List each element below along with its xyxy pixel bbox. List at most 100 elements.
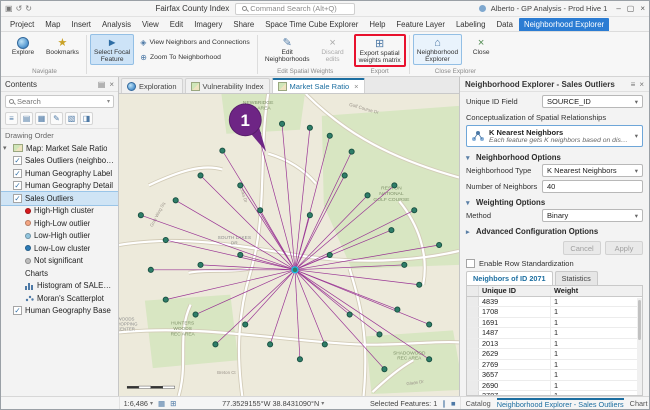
neighbor-point[interactable]	[427, 357, 432, 362]
apply-button[interactable]: Apply	[605, 241, 643, 255]
zoom-to-neighborhood-button[interactable]: ⊕ Zoom To Neighborhood	[136, 51, 254, 64]
ribbon-tab-feature-layer[interactable]: Feature Layer	[391, 18, 450, 31]
neighbor-point[interactable]	[138, 213, 143, 218]
neighbor-point[interactable]	[279, 121, 284, 126]
dock-icon[interactable]: ▤	[98, 80, 106, 89]
close-window-icon[interactable]: ×	[640, 4, 645, 13]
neighbor-point[interactable]	[347, 312, 352, 317]
neighbor-point[interactable]	[148, 267, 153, 272]
minimize-icon[interactable]: –	[616, 4, 620, 13]
table-row[interactable]: 16911	[467, 318, 642, 329]
neighbor-point[interactable]	[395, 307, 400, 312]
save-icon[interactable]: ▣	[5, 4, 13, 13]
section-weighting-options[interactable]: ▾ Weighting Options	[466, 198, 643, 207]
ribbon-tab-neighborhood-explorer[interactable]: Neighborhood Explorer	[519, 18, 609, 31]
bottom-tab-neighborhood-explorer[interactable]: Neighborhood Explorer - Sales Outliers	[497, 398, 624, 409]
ribbon-tab-share[interactable]: Share	[228, 18, 259, 31]
panel-close-icon[interactable]: ×	[639, 80, 644, 89]
select-focal-feature-button[interactable]: ► Select Focal Feature	[90, 34, 134, 65]
avatar[interactable]	[479, 5, 486, 12]
section-neighborhood-options[interactable]: ▾ Neighborhood Options	[466, 153, 643, 162]
neighbor-point[interactable]	[238, 252, 243, 257]
column-header-unique-id[interactable]: Unique ID	[479, 286, 551, 296]
layer-checkbox[interactable]: ✓	[13, 156, 22, 165]
neighbor-point[interactable]	[243, 322, 248, 327]
chart-item-histogram[interactable]: Histogram of SALES_VALUE	[1, 280, 118, 293]
neighbor-point[interactable]	[307, 125, 312, 130]
chart-item-morans-scatterplot[interactable]: Moran's Scatterplot	[1, 292, 118, 305]
tab-neighbors-of-id[interactable]: Neighbors of ID 2071	[466, 271, 553, 285]
neighbor-point[interactable]	[322, 342, 327, 347]
list-by-labeling-icon[interactable]: ◨	[80, 112, 93, 125]
neighbor-point[interactable]	[427, 322, 432, 327]
method-select[interactable]: Binary ▾	[542, 209, 643, 222]
neighbor-point[interactable]	[349, 149, 354, 154]
table-row[interactable]: 17081	[467, 307, 642, 318]
table-row[interactable]: 20131	[467, 339, 642, 350]
focal-feature-point[interactable]	[292, 267, 298, 273]
contents-search[interactable]: ▾	[5, 95, 114, 108]
column-header-weight[interactable]: Weight	[551, 286, 642, 296]
export-spatial-weights-button[interactable]: ⊞ Export spatial weights matrix	[354, 34, 406, 67]
layer-checkbox[interactable]: ✓	[13, 194, 22, 203]
list-by-selection-icon[interactable]: ▦	[35, 112, 48, 125]
ribbon-tab-help[interactable]: Help	[364, 18, 390, 31]
table-row[interactable]: 14871	[467, 328, 642, 339]
close-panel-icon[interactable]: ×	[109, 80, 114, 89]
ribbon-tab-labeling[interactable]: Labeling	[451, 18, 490, 31]
ribbon-tab-map[interactable]: Map	[40, 18, 65, 31]
close-tab-icon[interactable]: ×	[354, 82, 358, 91]
neighbor-point[interactable]	[392, 183, 397, 188]
layer-checkbox[interactable]: ✓	[13, 169, 22, 178]
ribbon-tab-project[interactable]: Project	[5, 18, 39, 31]
pause-drawing-icon[interactable]: ∥	[442, 399, 446, 408]
neighbor-point[interactable]	[268, 342, 273, 347]
neighbor-point[interactable]	[327, 133, 332, 138]
table-row[interactable]: 36571	[467, 370, 642, 381]
selected-features-count[interactable]: Selected Features: 1	[370, 399, 437, 408]
grid-icon[interactable]: ▦	[158, 399, 165, 408]
ribbon-tab-data[interactable]: Data	[491, 18, 517, 31]
layer-item-human-geography-detail[interactable]: ✓ Human Geography Detail	[1, 180, 118, 193]
table-scrollbar[interactable]	[637, 298, 642, 395]
close-explorer-button[interactable]: × Close	[464, 34, 498, 58]
neighbor-point[interactable]	[297, 357, 302, 362]
ribbon-tab-view[interactable]: View	[137, 18, 164, 31]
coordinates-display[interactable]: 77.3529155°W 38.8431090°N▾	[222, 399, 324, 408]
neighbor-point[interactable]	[163, 237, 168, 242]
neighborhood-explorer-button[interactable]: ⌂ Neighborhood Explorer	[413, 34, 462, 65]
undo-icon[interactable]: ↺	[16, 4, 23, 13]
command-search[interactable]: Command Search (Alt+Q)	[235, 3, 355, 15]
contents-search-input[interactable]	[17, 97, 104, 106]
layer-item-human-geography-base[interactable]: ✓ Human Geography Base	[1, 305, 118, 318]
neighbor-point[interactable]	[173, 198, 178, 203]
bookmarks-button[interactable]: ★ Bookmarks	[42, 34, 83, 58]
restore-icon[interactable]: ▢	[627, 4, 635, 13]
neighbor-point[interactable]	[238, 183, 243, 188]
list-by-snapping-icon[interactable]: ▧	[65, 112, 78, 125]
edit-neighborhoods-button[interactable]: ✎ Edit Neighborhoods	[261, 34, 314, 65]
table-row[interactable]: 48391	[467, 297, 642, 308]
view-tab-market-sale-ratio[interactable]: Market Sale Ratio ×	[272, 78, 365, 93]
neighbor-point[interactable]	[412, 208, 417, 213]
neighbor-point[interactable]	[198, 262, 203, 267]
view-tab-exploration[interactable]: Exploration	[121, 78, 183, 93]
neighbor-point[interactable]	[213, 342, 218, 347]
layer-item-human-geography-label[interactable]: ✓ Human Geography Label	[1, 167, 118, 180]
snapping-icon[interactable]: ⊞	[170, 399, 176, 408]
layer-checkbox[interactable]: ✓	[13, 306, 22, 315]
neighbor-point[interactable]	[417, 282, 422, 287]
chevron-down-icon[interactable]: ▾	[107, 98, 110, 105]
list-by-editing-icon[interactable]: ✎	[50, 112, 63, 125]
map-canvas[interactable]: NEWBRIDGEREC AREAGolf Course DrRESTONNAT…	[119, 94, 459, 396]
ribbon-tab-space-time-cube-explorer[interactable]: Space Time Cube Explorer	[260, 18, 363, 31]
panel-menu-icon[interactable]: ≡	[631, 80, 636, 89]
neighbor-point[interactable]	[193, 312, 198, 317]
cancel-button[interactable]: Cancel	[563, 241, 601, 255]
redo-icon[interactable]: ↻	[25, 4, 32, 13]
neighborhood-type-select[interactable]: K Nearest Neighbors ▾	[542, 164, 643, 177]
map-item[interactable]: ▾ Map: Market Sale Ratio	[1, 142, 118, 155]
tab-statistics[interactable]: Statistics	[555, 271, 598, 285]
row-standardization-row[interactable]: ✓ Enable Row Standardization	[466, 259, 643, 268]
neighbor-point[interactable]	[220, 148, 225, 153]
